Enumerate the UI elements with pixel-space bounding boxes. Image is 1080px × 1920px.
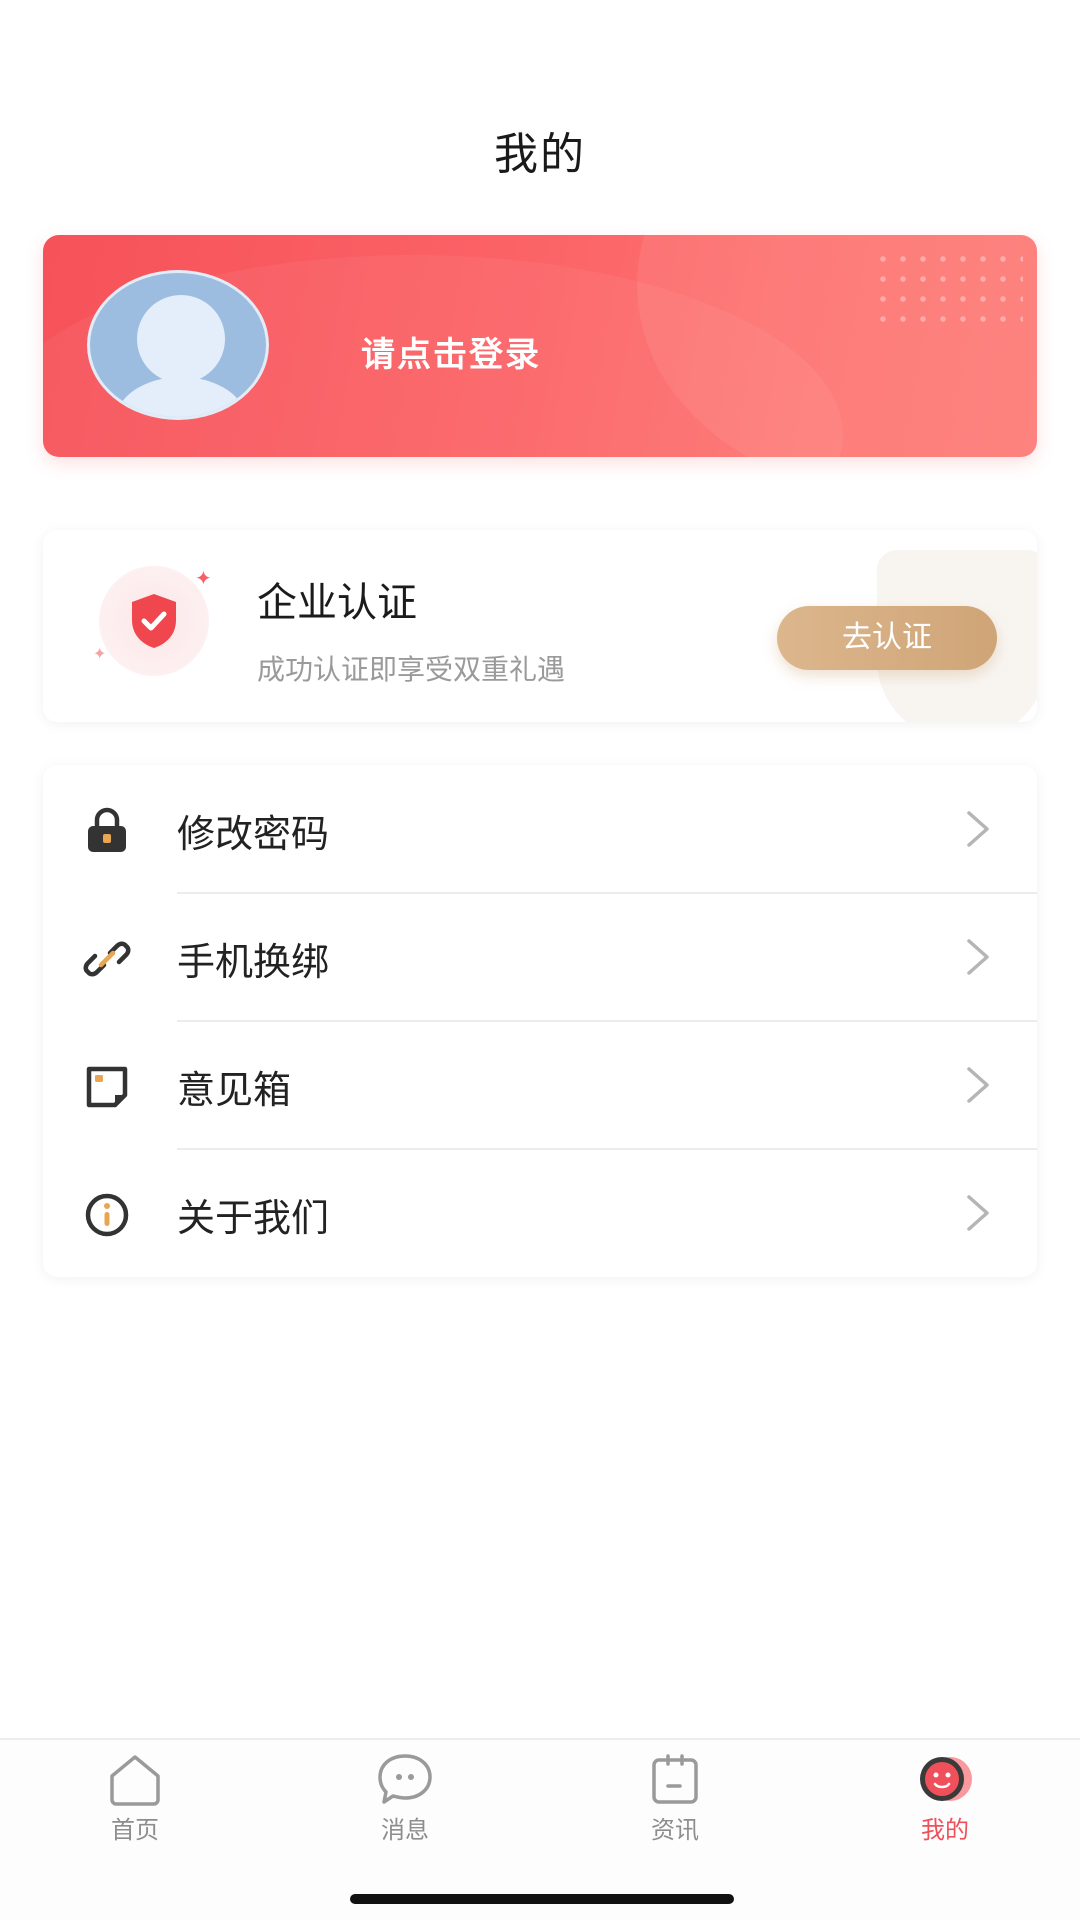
tab-label: 我的 bbox=[921, 1816, 969, 1844]
menu-item-feedback[interactable]: 意见箱 bbox=[43, 1021, 1037, 1149]
menu-item-change-phone[interactable]: 手机换绑 bbox=[43, 893, 1037, 1021]
bottom-tab-bar: 首页 消息 资讯 我的 bbox=[0, 1738, 1080, 1920]
menu-item-label: 意见箱 bbox=[177, 1068, 292, 1112]
certification-subtitle: 成功认证即享受双重礼遇 bbox=[257, 653, 566, 686]
news-icon bbox=[652, 1754, 698, 1804]
profile-icon bbox=[920, 1757, 972, 1801]
chevron-right-icon bbox=[967, 1195, 989, 1231]
go-certify-button[interactable]: 去认证 bbox=[777, 606, 997, 670]
menu-item-label: 手机换绑 bbox=[177, 940, 330, 984]
settings-menu: 修改密码 手机换绑 意见箱 关于我们 bbox=[43, 765, 1037, 1277]
tab-label: 首页 bbox=[111, 1816, 159, 1844]
link-icon bbox=[83, 941, 131, 977]
login-prompt[interactable]: 请点击登录 bbox=[361, 327, 541, 376]
home-indicator[interactable] bbox=[350, 1894, 734, 1904]
message-icon bbox=[378, 1754, 432, 1804]
lock-icon bbox=[88, 807, 126, 852]
tab-messages[interactable]: 消息 bbox=[305, 1752, 505, 1852]
tab-label: 资讯 bbox=[651, 1816, 699, 1844]
my-profile-page: 我的 请点击登录 ✦ ✦ 企业认证 成功认证即享受双重礼遇 去认证 修改密码 手… bbox=[0, 0, 1080, 1920]
menu-item-about-us[interactable]: 关于我们 bbox=[43, 1149, 1037, 1277]
avatar-body bbox=[115, 377, 247, 417]
avatar[interactable] bbox=[87, 270, 269, 420]
menu-item-label: 关于我们 bbox=[177, 1196, 330, 1240]
avatar-head bbox=[137, 295, 225, 383]
certification-title: 企业认证 bbox=[257, 580, 417, 626]
login-card[interactable]: 请点击登录 bbox=[43, 235, 1037, 457]
page-title: 我的 bbox=[494, 129, 586, 180]
info-icon bbox=[85, 1193, 129, 1237]
certification-shield-icon: ✦ ✦ bbox=[93, 566, 212, 676]
tab-home[interactable]: 首页 bbox=[35, 1752, 235, 1852]
tab-news[interactable]: 资讯 bbox=[575, 1752, 775, 1852]
enterprise-certification-card: ✦ ✦ 企业认证 成功认证即享受双重礼遇 去认证 bbox=[43, 530, 1037, 722]
chevron-right-icon bbox=[967, 939, 989, 975]
dot-pattern bbox=[873, 249, 1023, 329]
home-icon bbox=[110, 1755, 160, 1806]
chevron-right-icon bbox=[967, 811, 989, 847]
tab-label: 消息 bbox=[381, 1816, 429, 1844]
menu-item-change-password[interactable]: 修改密码 bbox=[43, 765, 1037, 893]
tab-profile[interactable]: 我的 bbox=[845, 1752, 1045, 1852]
chevron-right-icon bbox=[967, 1067, 989, 1103]
note-icon bbox=[86, 1066, 128, 1108]
menu-item-label: 修改密码 bbox=[177, 812, 330, 856]
